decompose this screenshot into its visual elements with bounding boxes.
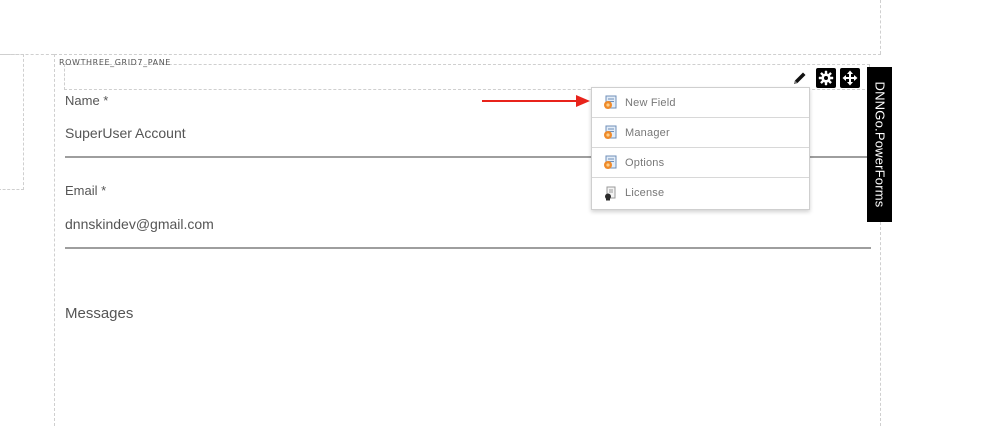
menu-item-label: New Field (625, 96, 676, 109)
annotation-arrow (482, 95, 590, 107)
email-field[interactable]: dnnskindev@gmail.com (65, 216, 214, 232)
move-icon (842, 70, 858, 86)
menu-item-options[interactable]: Options (592, 148, 809, 178)
form-manager-icon (604, 125, 617, 139)
messages-label: Messages (65, 305, 134, 322)
menu-item-label: Options (625, 156, 665, 169)
module-title-bar: DNNGo.PowerForms (867, 67, 892, 222)
pane-outline (54, 54, 55, 426)
name-label: Name * (65, 93, 109, 108)
module-action-menu: New Field Manager Options License (591, 87, 810, 210)
menu-item-manager[interactable]: Manager (592, 118, 809, 148)
module-move-button[interactable] (840, 68, 860, 88)
edit-pencil-button[interactable] (790, 68, 810, 88)
pane-label: ROWTHREE_GRID7_PANE (59, 58, 171, 67)
menu-item-license[interactable]: License (592, 178, 809, 208)
pane-outline (54, 54, 881, 55)
pane-outline (880, 0, 881, 54)
name-field[interactable]: SuperUser Account (65, 125, 186, 141)
menu-item-label: License (625, 187, 665, 199)
email-label: Email * (65, 183, 107, 198)
page-canvas: ROWTHREE_GRID7_PANE Name * SuperUser Acc… (0, 0, 1000, 426)
module-title: DNNGo.PowerForms (872, 81, 887, 208)
form-field-icon (604, 95, 617, 109)
pane-outline (880, 222, 881, 426)
menu-item-label: Manager (625, 126, 670, 139)
form-options-icon (604, 155, 617, 169)
license-icon (605, 186, 616, 200)
menu-item-new-field[interactable]: New Field (592, 88, 809, 118)
module-settings-button[interactable] (816, 68, 836, 88)
pencil-icon (794, 72, 806, 84)
left-pane-outline (0, 54, 24, 190)
gear-icon (818, 70, 834, 86)
email-field-underline (65, 247, 871, 249)
